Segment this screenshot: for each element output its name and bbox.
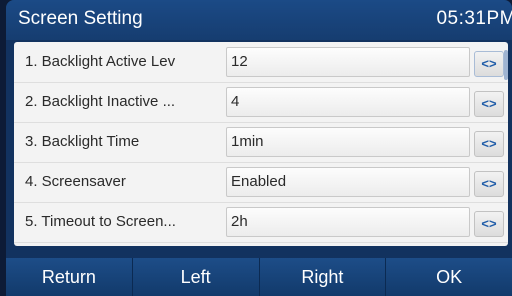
setting-label: 2. Backlight Inactive ...	[25, 93, 176, 110]
left-softkey[interactable]: Left	[132, 258, 260, 296]
setting-value-field[interactable]: 1min	[226, 127, 470, 157]
setting-value: 12	[231, 53, 248, 70]
return-softkey[interactable]: Return	[6, 258, 133, 296]
switch-arrows-icon[interactable]: <>	[474, 51, 504, 77]
softkey-bar: Return Left Right OK	[6, 258, 512, 296]
settings-list: 1. Backlight Active Lev 12 <> 2. Backlig…	[14, 42, 508, 246]
switch-arrows-icon[interactable]: <>	[474, 91, 504, 117]
ok-softkey[interactable]: OK	[386, 258, 512, 296]
setting-value-field[interactable]: Enabled	[226, 167, 470, 197]
setting-value-field[interactable]: 2h	[226, 207, 470, 237]
setting-row-backlight-active-level[interactable]: 1. Backlight Active Lev 12 <>	[14, 42, 508, 83]
setting-row-timeout-to-screensaver[interactable]: 5. Timeout to Screen... 2h <>	[14, 202, 508, 243]
setting-value: 4	[231, 93, 240, 110]
setting-label: 4. Screensaver	[25, 173, 126, 190]
switch-arrows-icon[interactable]: <>	[474, 131, 504, 157]
setting-label: 1. Backlight Active Lev	[25, 53, 176, 70]
page-title: Screen Setting	[18, 8, 143, 29]
setting-label: 5. Timeout to Screen...	[25, 213, 176, 230]
setting-row-backlight-time[interactable]: 3. Backlight Time 1min <>	[14, 122, 508, 163]
setting-row-backlight-inactive-level[interactable]: 2. Backlight Inactive ... 4 <>	[14, 82, 508, 123]
setting-value: Enabled	[231, 173, 287, 190]
switch-arrows-icon[interactable]: <>	[474, 211, 504, 237]
setting-value: 2h	[231, 213, 248, 230]
switch-arrows-icon[interactable]: <>	[474, 171, 504, 197]
right-softkey[interactable]: Right	[259, 258, 387, 296]
setting-value-field[interactable]: 12	[226, 47, 470, 77]
phone-screen: Screen Setting 05:31PM 1. Backlight Acti…	[6, 0, 512, 296]
title-bar: Screen Setting 05:31PM	[6, 0, 512, 40]
clock: 05:31PM	[436, 8, 512, 29]
setting-value-field[interactable]: 4	[226, 87, 470, 117]
setting-label: 3. Backlight Time	[25, 133, 140, 150]
setting-row-screensaver[interactable]: 4. Screensaver Enabled <>	[14, 162, 508, 203]
scrollbar[interactable]	[504, 50, 508, 80]
setting-value: 1min	[231, 133, 264, 150]
